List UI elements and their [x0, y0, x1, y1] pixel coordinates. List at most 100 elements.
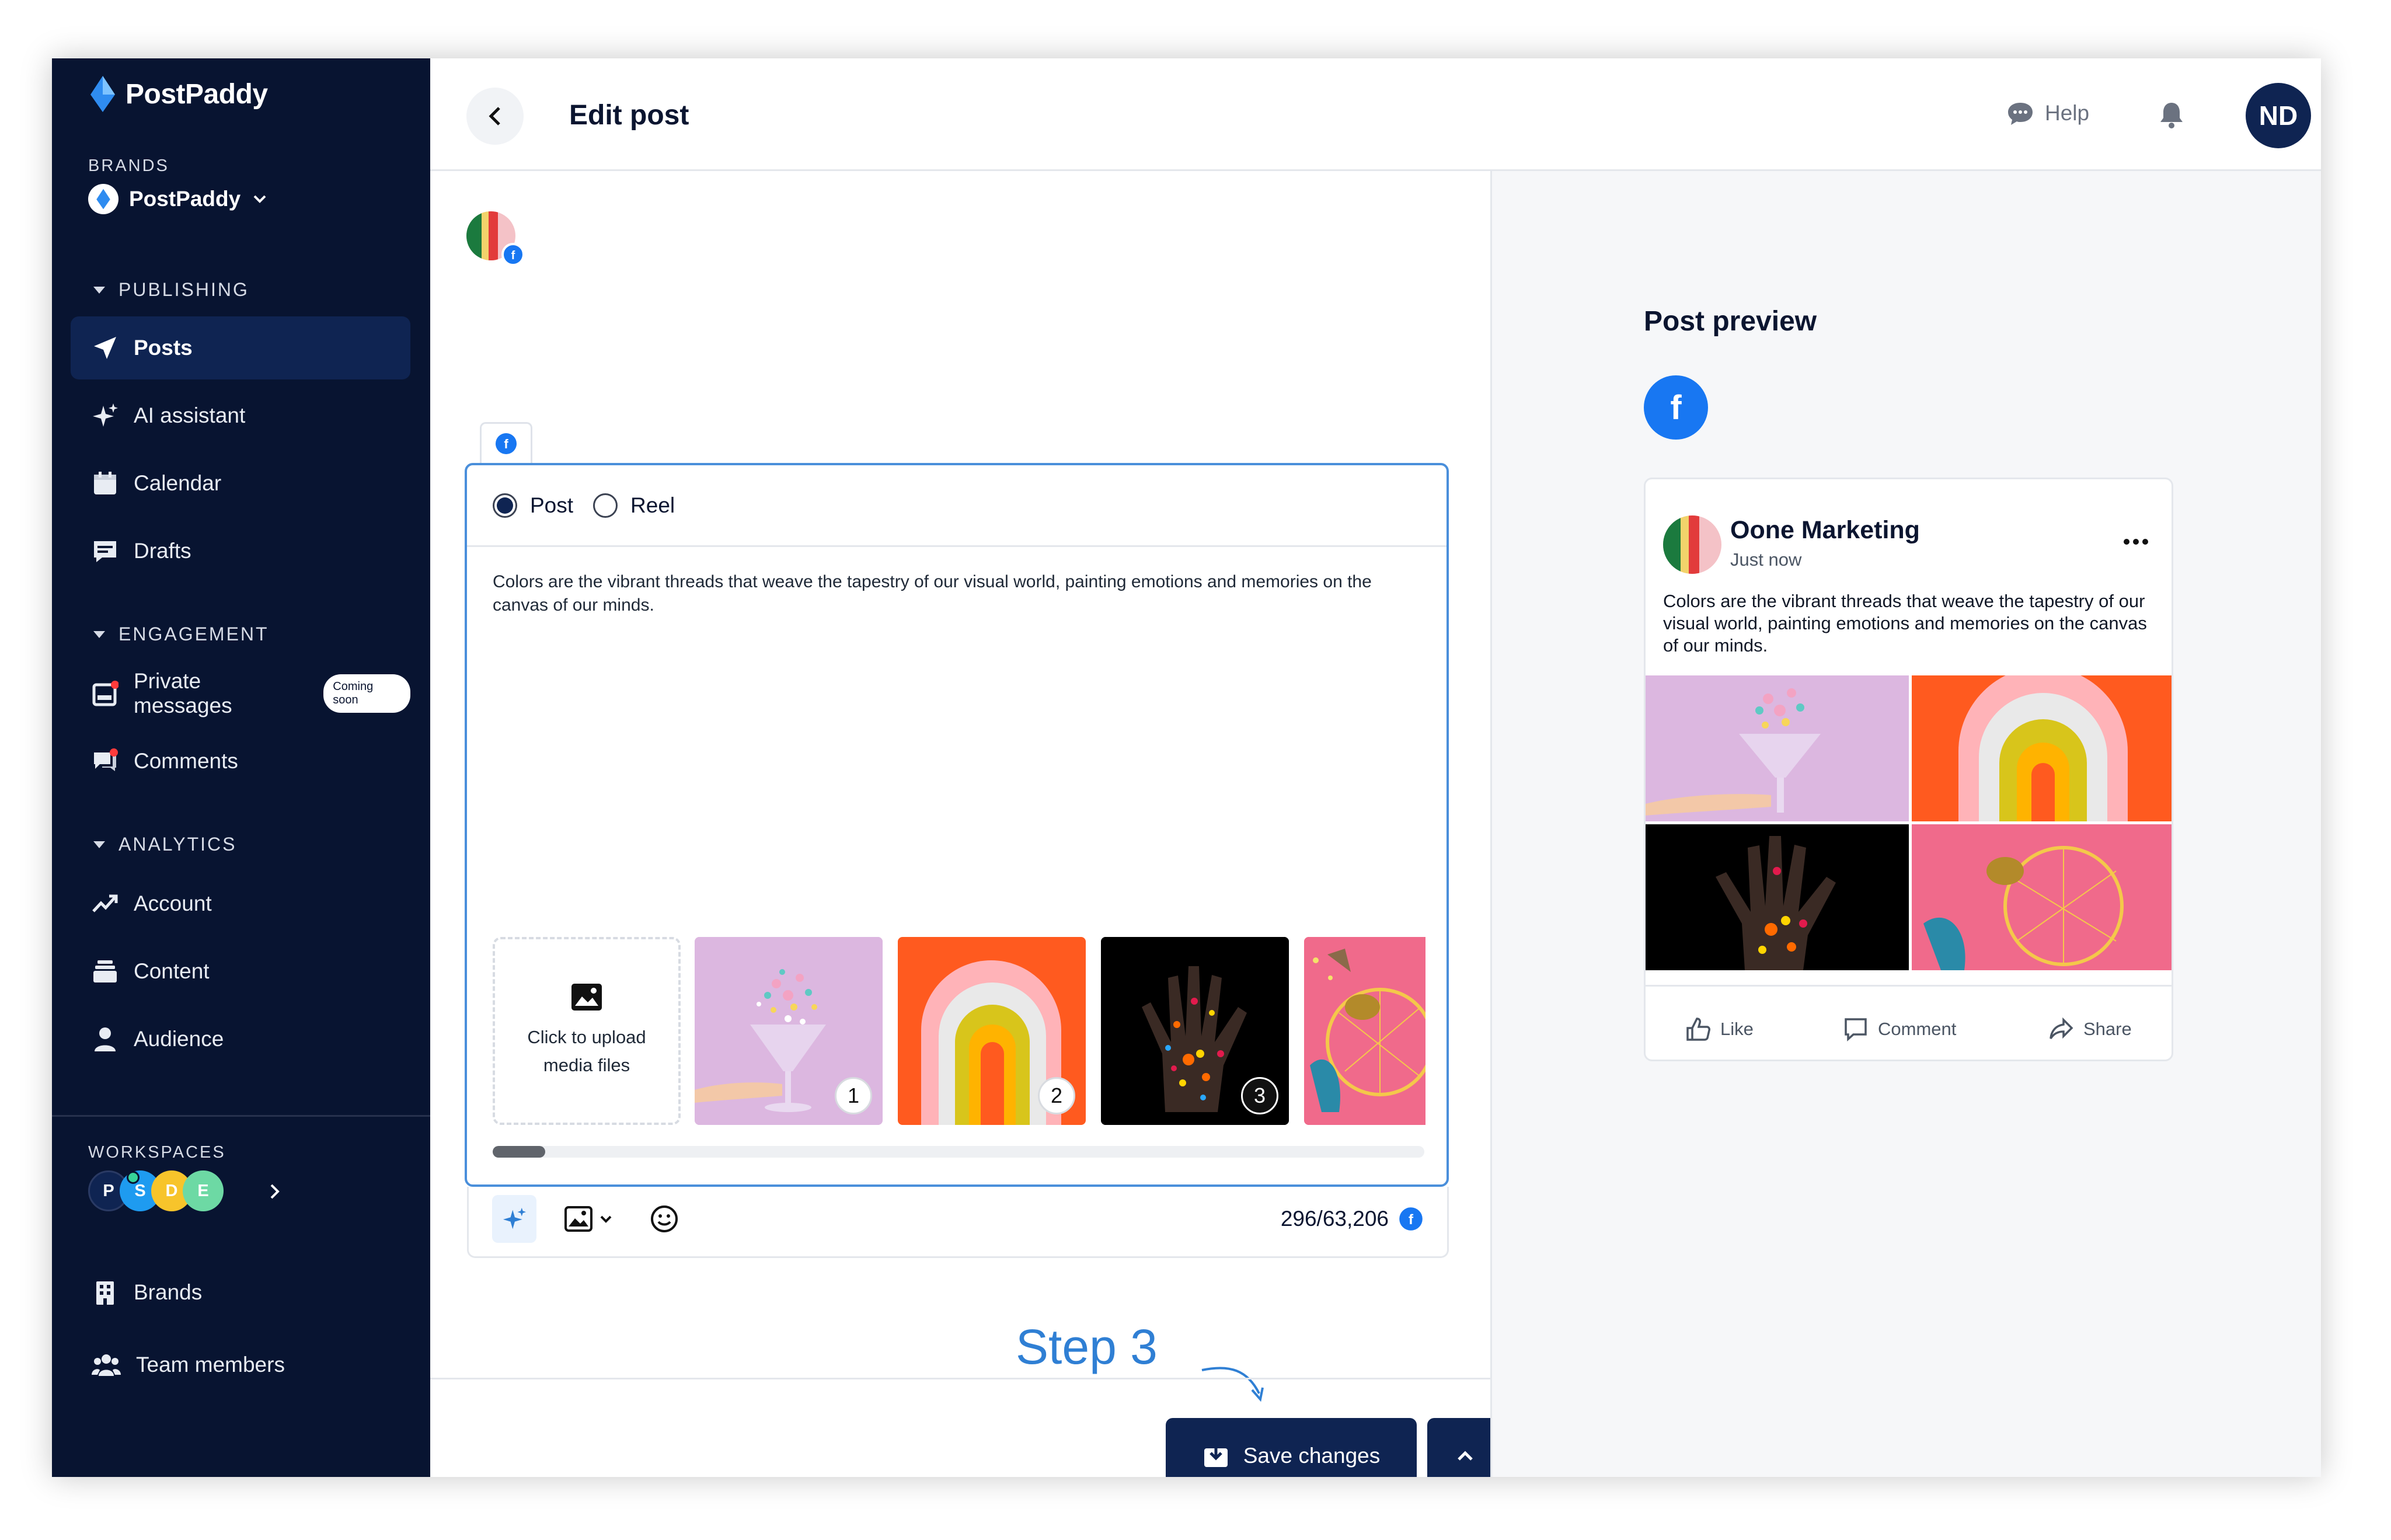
post-editor: f f Post Reel Colors are the vibrant thr…	[430, 171, 1503, 1477]
media-dropdown-button[interactable]	[556, 1195, 621, 1243]
app-logo[interactable]: PostPaddy	[88, 75, 268, 113]
svg-text:f: f	[504, 437, 508, 451]
selected-account[interactable]: f	[466, 209, 525, 267]
sidebar-item-label: Drafts	[134, 539, 191, 563]
sidebar-item-drafts[interactable]: Drafts	[71, 520, 410, 583]
save-changes-button[interactable]: Save changes	[1166, 1418, 1417, 1477]
sidebar-item-audience[interactable]: Audience	[71, 1008, 410, 1071]
chat-icon	[2008, 103, 2033, 125]
preview-image-4	[1912, 824, 2172, 970]
brands-label: BRANDS	[88, 156, 169, 175]
app-window: PostPaddy BRANDS PostPaddy PUBLISHING Po…	[52, 58, 2321, 1477]
chevron-up-icon	[1458, 1451, 1473, 1461]
comment-button[interactable]: Comment	[1843, 1016, 1956, 1042]
character-counter: 296/63,206 f	[1281, 1195, 1424, 1243]
chair-image	[1304, 937, 1425, 1125]
notifications-button[interactable]	[2158, 100, 2185, 133]
emoji-button[interactable]	[644, 1195, 685, 1243]
help-label: Help	[2045, 101, 2090, 125]
media-thumbnail-1[interactable]: 1	[695, 937, 883, 1125]
upload-media-button[interactable]: Click to upload media files	[493, 937, 681, 1125]
workspace-avatar-e[interactable]: E	[183, 1170, 224, 1211]
sidebar-item-account[interactable]: Account	[71, 872, 410, 935]
account-avatar: f	[466, 211, 525, 266]
preview-image-3	[1646, 824, 1909, 970]
radio-label: Reel	[630, 493, 675, 517]
sidebar-item-label: Comments	[134, 749, 238, 773]
analytics-label: ANALYTICS	[118, 834, 237, 855]
online-dot	[127, 1171, 140, 1184]
media-thumbnail-2[interactable]: 2	[898, 937, 1086, 1125]
brand-selector[interactable]: PostPaddy	[88, 184, 269, 214]
logo-icon	[90, 76, 115, 112]
post-time: Just now	[1730, 549, 1802, 570]
scrollbar-thumb[interactable]	[493, 1146, 545, 1158]
sidebar-item-calendar[interactable]: Calendar	[71, 452, 410, 515]
person-icon	[95, 1027, 116, 1051]
sidebar-item-label: Content	[134, 959, 210, 983]
post-type-reel-radio[interactable]: Reel	[593, 493, 675, 518]
brand-name: PostPaddy	[129, 187, 241, 211]
sidebar-item-label: Calendar	[134, 471, 222, 495]
post-body-textarea[interactable]: Colors are the vibrant threads that weav…	[493, 570, 1415, 617]
ai-assist-button[interactable]	[492, 1195, 536, 1243]
user-avatar[interactable]: ND	[2246, 83, 2311, 148]
sidebar-item-label: Account	[134, 891, 212, 915]
radio-label: Post	[530, 493, 574, 517]
media-thumbnail-4[interactable]	[1304, 937, 1425, 1125]
preview-post-text: Colors are the vibrant threads that weav…	[1663, 591, 2147, 656]
trend-icon	[92, 894, 118, 912]
facebook-icon: f	[496, 433, 517, 454]
media-thumbnail-3[interactable]: 3	[1101, 937, 1289, 1125]
tab-facebook[interactable]: f	[480, 422, 532, 463]
sidebar-item-private-messages[interactable]: Private messages Coming soon	[71, 662, 410, 725]
emoji-icon	[651, 1205, 678, 1232]
radio-empty-icon	[593, 493, 618, 518]
engagement-group-toggle[interactable]: ENGAGEMENT	[93, 623, 269, 645]
back-button[interactable]	[466, 88, 524, 145]
sidebar-item-label: Team members	[136, 1353, 285, 1377]
send-icon	[94, 337, 116, 359]
more-dots-icon[interactable]	[2124, 539, 2148, 545]
publishing-group-toggle[interactable]: PUBLISHING	[93, 279, 249, 301]
sidebar-item-comments[interactable]: Comments	[71, 730, 410, 793]
facebook-preview-tab[interactable]: f	[1644, 375, 1708, 440]
analytics-group-toggle[interactable]: ANALYTICS	[93, 834, 236, 855]
chevron-right-icon[interactable]	[269, 1183, 281, 1200]
chevron-left-icon	[489, 107, 500, 126]
preview-image-1	[1646, 675, 1909, 821]
radio-selected-icon	[493, 493, 517, 518]
sidebar-item-ai-assistant[interactable]: AI assistant	[71, 384, 410, 447]
team-icon	[92, 1354, 121, 1376]
page-name: Oone Marketing	[1730, 516, 1920, 544]
stack-icon	[93, 960, 117, 982]
sidebar-item-content[interactable]: Content	[71, 940, 410, 1003]
workspaces-label: WORKSPACES	[88, 1143, 226, 1162]
bell-icon	[2160, 103, 2183, 128]
sidebar: PostPaddy BRANDS PostPaddy PUBLISHING Po…	[52, 58, 430, 1477]
media-scrollbar[interactable]	[493, 1146, 1424, 1158]
media-order-badge: 1	[835, 1077, 872, 1114]
media-order-badge: 3	[1241, 1077, 1278, 1114]
preview-title: Post preview	[1644, 306, 1817, 337]
sidebar-item-brands[interactable]: Brands	[71, 1261, 410, 1324]
top-bar: Edit post Help ND	[430, 58, 2321, 171]
facebook-icon: f	[1670, 390, 1682, 425]
footer-divider	[430, 1378, 1490, 1379]
engagement-label: ENGAGEMENT	[118, 623, 269, 644]
sparkle-icon	[503, 1207, 527, 1229]
comment-label: Comment	[1878, 1019, 1957, 1039]
svg-text:f: f	[1670, 390, 1682, 425]
sidebar-item-label: AI assistant	[134, 403, 246, 427]
publishing-label: PUBLISHING	[118, 279, 249, 300]
save-label: Save changes	[1243, 1444, 1381, 1468]
sidebar-item-team-members[interactable]: Team members	[71, 1333, 410, 1396]
like-button[interactable]: Like	[1685, 1016, 1754, 1042]
caret-down-icon	[93, 841, 105, 848]
svg-text:f: f	[511, 249, 515, 262]
sparkle-icon	[93, 403, 118, 427]
post-type-post-radio[interactable]: Post	[493, 493, 573, 518]
help-button[interactable]: Help	[2006, 100, 2089, 126]
share-button[interactable]: Share	[2048, 1016, 2132, 1042]
sidebar-item-posts[interactable]: Posts	[71, 316, 410, 379]
